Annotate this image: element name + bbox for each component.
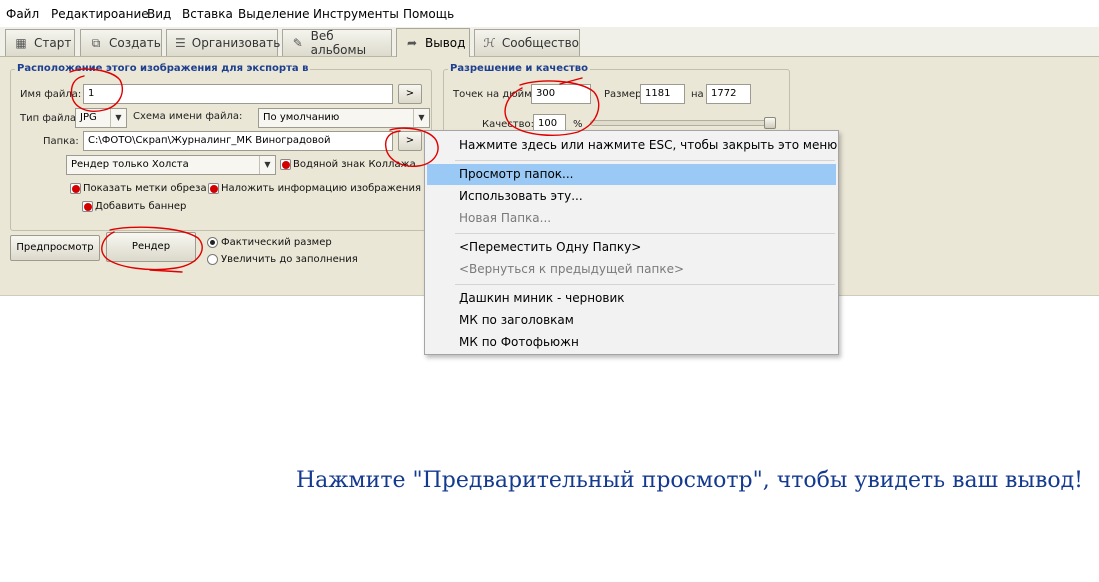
- height-input[interactable]: 1772: [706, 84, 751, 104]
- render-mode-value: Рендер только Холста: [71, 159, 189, 170]
- watermark-label: Водяной знак Коллажа: [293, 159, 416, 170]
- export-location-title: Расположение этого изображения для экспо…: [15, 63, 311, 74]
- tab-start[interactable]: ▦ Старт: [5, 29, 75, 56]
- resolution-title: Разрешение и качество: [448, 63, 591, 74]
- fill-radio[interactable]: Увеличить до заполнения: [207, 254, 358, 265]
- radio-dot: [207, 237, 218, 248]
- web-album-icon: ✎: [292, 36, 303, 50]
- folder-browse-button[interactable]: >: [398, 131, 422, 151]
- naming-scheme-select[interactable]: По умолчанию ▼: [258, 108, 430, 128]
- menu-select[interactable]: Выделение: [238, 7, 309, 21]
- filetype-select[interactable]: JPG ▼: [75, 108, 127, 128]
- tab-create-label: Создать: [109, 36, 161, 50]
- new-folder-item: Новая Папка...: [459, 211, 552, 225]
- grid-icon: ▦: [15, 36, 27, 50]
- watermark-checkbox[interactable]: Водяной знак Коллажа: [280, 159, 416, 170]
- size-label: Размер:: [604, 89, 645, 100]
- menu-separator: [455, 284, 835, 285]
- quality-slider[interactable]: [590, 120, 776, 126]
- tab-web-albums[interactable]: ✎ Веб альбомы: [282, 29, 392, 57]
- filetype-label: Тип файла:: [20, 113, 80, 124]
- banner-checkbox[interactable]: Добавить баннер: [82, 201, 186, 212]
- browse-folders-item[interactable]: Просмотр папок...: [427, 164, 836, 185]
- naming-scheme-value: По умолчанию: [263, 112, 340, 123]
- menu-edit[interactable]: Редактироание: [51, 7, 149, 21]
- actual-size-label: Фактический размер: [221, 237, 332, 248]
- menu-file[interactable]: Файл: [6, 7, 39, 21]
- quality-slider-thumb[interactable]: [764, 117, 776, 129]
- by-label: на: [691, 89, 704, 100]
- quality-unit: %: [573, 119, 583, 130]
- create-icon: ⧉: [91, 35, 101, 50]
- crop-marks-label: Показать метки обреза: [83, 183, 207, 194]
- checkbox-box: [280, 159, 291, 170]
- folder-label: Папка:: [43, 136, 79, 147]
- tab-web-albums-label: Веб альбомы: [310, 29, 367, 57]
- community-icon: ℋ: [483, 36, 496, 50]
- filetype-value: JPG: [80, 112, 97, 123]
- naming-scheme-label: Схема имени файла:: [133, 111, 243, 122]
- menu-bar: Файл Редактироание Вид Вставка Выделение…: [0, 0, 1099, 27]
- menu-separator: [455, 233, 835, 234]
- dpi-input[interactable]: 300: [531, 84, 591, 104]
- tab-create[interactable]: ⧉ Создать: [80, 29, 162, 56]
- quality-label: Качество:: [482, 119, 534, 130]
- filename-options-button[interactable]: >: [398, 84, 422, 104]
- menu-insert[interactable]: Вставка: [182, 7, 233, 21]
- filename-input[interactable]: 1: [83, 84, 393, 104]
- checkbox-box: [82, 201, 93, 212]
- use-this-item[interactable]: Использовать эту...: [427, 186, 836, 207]
- preview-button[interactable]: Предпросмотр: [10, 235, 100, 261]
- go-back-item: <Вернуться к предыдущей папке>: [459, 262, 685, 276]
- tab-organize-label: Организовать: [191, 36, 281, 50]
- chevron-down-icon: ▼: [259, 156, 275, 174]
- tab-output-label: Вывод: [425, 36, 466, 50]
- banner-label: Добавить баннер: [95, 201, 187, 212]
- recent-folder-item[interactable]: МК по заголовкам: [427, 310, 836, 331]
- tab-organize[interactable]: ☰ Организовать: [166, 29, 281, 56]
- filename-label: Имя файла:: [20, 89, 82, 100]
- checkbox-box: [70, 183, 81, 194]
- tab-community[interactable]: ℋ Сообщество: [474, 29, 580, 56]
- recent-folder-item[interactable]: МК по Фотофьюжн: [427, 332, 836, 353]
- render-mode-select[interactable]: Рендер только Холста ▼: [66, 155, 276, 175]
- tab-community-label: Сообщество: [501, 36, 579, 50]
- export-arrow-icon: ➦: [406, 36, 418, 50]
- radio-dot: [207, 254, 218, 265]
- menu-tools[interactable]: Инструменты: [313, 7, 399, 21]
- tab-start-label: Старт: [34, 36, 72, 50]
- recent-folder-item[interactable]: Дашкин миник - черновик: [427, 288, 836, 309]
- preview-hint: Нажмите "Предварительный просмотр", чтоб…: [296, 468, 1083, 493]
- menu-separator: [455, 160, 835, 161]
- render-button[interactable]: Рендер: [106, 232, 196, 262]
- folder-input[interactable]: C:\ФОТО\Скрап\Журналинг_МК Виноградовой: [83, 131, 393, 151]
- crop-marks-checkbox[interactable]: Показать метки обреза: [70, 183, 207, 194]
- width-input[interactable]: 1181: [640, 84, 685, 104]
- chevron-down-icon: ▼: [110, 109, 126, 127]
- actual-size-radio[interactable]: Фактический размер: [207, 237, 332, 248]
- chevron-down-icon: ▼: [413, 109, 429, 127]
- list-icon: ☰: [175, 36, 186, 50]
- checkbox-box: [208, 183, 219, 194]
- fill-label: Увеличить до заполнения: [221, 254, 358, 265]
- dpi-label: Точек на дюйм:: [453, 89, 536, 100]
- move-up-item[interactable]: <Переместить Одну Папку>: [427, 237, 836, 258]
- close-menu-item[interactable]: Нажмите здесь или нажмите ESC, чтобы зак…: [427, 135, 837, 156]
- image-info-checkbox[interactable]: Наложить информацию изображения: [208, 183, 421, 194]
- tab-output[interactable]: ➦ Вывод: [396, 28, 470, 57]
- menu-help[interactable]: Помощь: [403, 7, 454, 21]
- menu-view[interactable]: Вид: [147, 7, 171, 21]
- image-info-label: Наложить информацию изображения: [221, 183, 421, 194]
- folder-context-menu: Нажмите здесь или нажмите ESC, чтобы зак…: [424, 130, 839, 355]
- tab-strip: ▦ Старт ⧉ Создать ☰ Организовать ✎ Веб а…: [0, 27, 1099, 57]
